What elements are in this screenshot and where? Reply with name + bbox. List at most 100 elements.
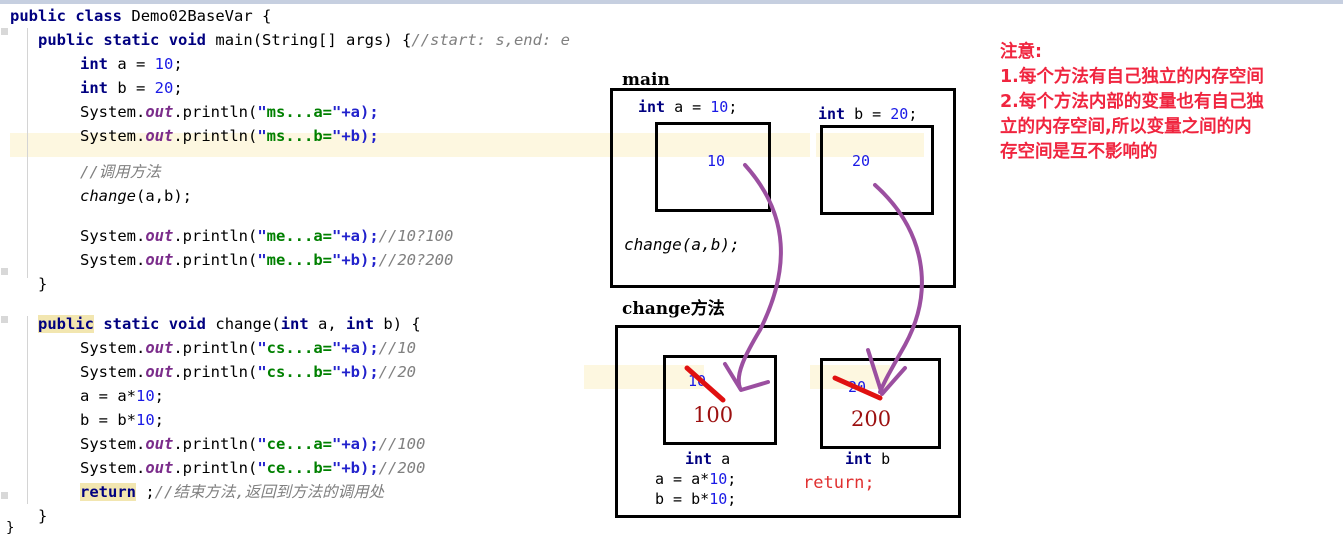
param-a: a, [308,315,347,333]
code-line-5[interactable]: System.out.println("ms...a="+a); [80,100,379,124]
string-me-a: me...a= [266,227,332,245]
code-line-2[interactable]: public static void main(String[] args) {… [38,28,570,52]
string-ms-b: ms...b= [266,127,332,145]
semicolon: ; [173,55,183,73]
decl-a-semi: ; [728,98,738,116]
keyword-int: int [818,105,846,123]
code-line-15[interactable]: public static void change(int a, int b) … [38,312,421,336]
assign-a: a = a* [80,387,136,405]
println-call: .println( [173,339,258,357]
method-name-main: main [215,31,253,49]
code-line-9[interactable]: change(a,b); [80,184,192,208]
quote: " [257,339,267,357]
assign-a-semi: ; [727,470,737,488]
brace-close-change: } [38,507,48,525]
string-cs-a: cs...a= [266,339,332,357]
code-line-24[interactable]: } [6,516,14,540]
keyword-int: int [638,98,666,116]
indent-guide [27,28,28,278]
fold-marker[interactable] [1,28,8,35]
param-b: b) { [374,315,421,333]
code-editor-pane[interactable]: public class Demo02BaseVar { public stat… [0,4,620,536]
note-item-2: 2.每个方法内部的变量也有自己独 [1000,92,1264,112]
method-name-change: change [215,315,272,333]
field-out: out [145,127,174,145]
keyword-int: int [280,315,309,333]
code-line-18[interactable]: a = a*10; [80,384,164,408]
var-decl-b: b = [108,79,155,97]
keyword-int: int [845,450,873,468]
string-tail-b: "+b); [332,127,379,145]
main-signature: (String[] args) { [252,31,412,49]
field-out: out [145,251,174,269]
code-line-17[interactable]: System.out.println("cs...b="+b);//20 [80,360,416,384]
system-ref: System. [80,459,146,477]
comment-call-method: //调用方法 [80,163,161,181]
code-line-3[interactable]: int a = 10; [80,52,183,76]
quote: " [257,459,267,477]
string-ce-b: ce...b= [266,459,332,477]
semicolon: ; [173,79,183,97]
main-frame-label: main [622,70,670,90]
literal-10: 10 [136,387,155,405]
code-line-21[interactable]: System.out.println("ce...b="+b);//200 [80,456,425,480]
println-call: .println( [173,459,258,477]
code-line-19[interactable]: b = b*10; [80,408,164,432]
decl-b-rest: b = [845,105,891,123]
change-var-a-old-value: 10 [688,372,707,390]
fold-marker[interactable] [1,316,8,323]
call-args: (a,b); [136,187,192,205]
var-decl-a: a = [108,55,155,73]
change-var-b-old-value: 20 [848,378,867,396]
println-call: .println( [173,227,258,245]
change-under-a-decl: int a [685,450,730,468]
code-line-20[interactable]: System.out.println("ce...a="+a);//100 [80,432,425,456]
string-tail-a: "+a); [332,227,379,245]
change-var-b-box [820,358,941,449]
code-line-1[interactable]: public class Demo02BaseVar { [10,4,271,28]
keyword-return: return [80,483,136,501]
main-call-change: change(a,b); [624,235,740,254]
decl-a-rest: a = [665,98,711,116]
assign-a-pre: a = a* [655,470,710,488]
keyword-public: public [10,7,66,25]
fold-marker[interactable] [1,492,8,499]
string-tail-a: "+a); [332,435,379,453]
string-cs-b: cs...b= [266,363,332,381]
literal-10: 10 [154,55,174,73]
decl-b-semi: ; [908,105,918,123]
code-line-11[interactable]: System.out.println("me...a="+a);//10?100 [80,224,453,248]
comment-ce-a: //100 [378,435,426,453]
string-tail-a: "+a); [332,339,379,357]
comment-return: //结束方法,返回到方法的调用处 [154,483,385,501]
code-line-22[interactable]: return ;//结束方法,返回到方法的调用处 [80,480,384,504]
semicolon: ; [154,387,165,405]
note-item-3: 立的内存空间,所以变量之间的内 [1000,117,1252,137]
code-line-6[interactable]: System.out.println("ms...b="+b); [80,124,379,148]
brace-close-main: } [38,275,48,293]
literal-10: 10 [136,411,155,429]
system-ref: System. [80,103,146,121]
code-line-13[interactable]: } [38,272,47,296]
code-line-8[interactable]: //调用方法 [80,160,161,184]
comment-cs-a: //10 [378,339,416,357]
code-line-16[interactable]: System.out.println("cs...a="+a);//10 [80,336,416,360]
editor-gutter[interactable] [0,4,10,521]
semicolon: ; [154,411,165,429]
fold-marker[interactable] [1,268,8,275]
string-ms-a: ms...a= [266,103,332,121]
main-var-a-value: 10 [707,152,726,170]
code-line-23[interactable]: } [38,504,47,528]
note-title: 注意: [1000,42,1042,62]
code-line-12[interactable]: System.out.println("me...b="+b);//20?200 [80,248,453,272]
string-me-b: me...b= [266,251,332,269]
field-out: out [145,459,174,477]
field-out: out [145,339,174,357]
quote: " [257,127,267,145]
decl-a-value: 10 [710,98,729,116]
main-var-b-value: 20 [852,152,871,170]
code-line-4[interactable]: int b = 20; [80,76,183,100]
field-out: out [145,363,174,381]
under-b-name: b [872,450,891,468]
change-under-a-line1: a = a*10; [655,470,736,488]
